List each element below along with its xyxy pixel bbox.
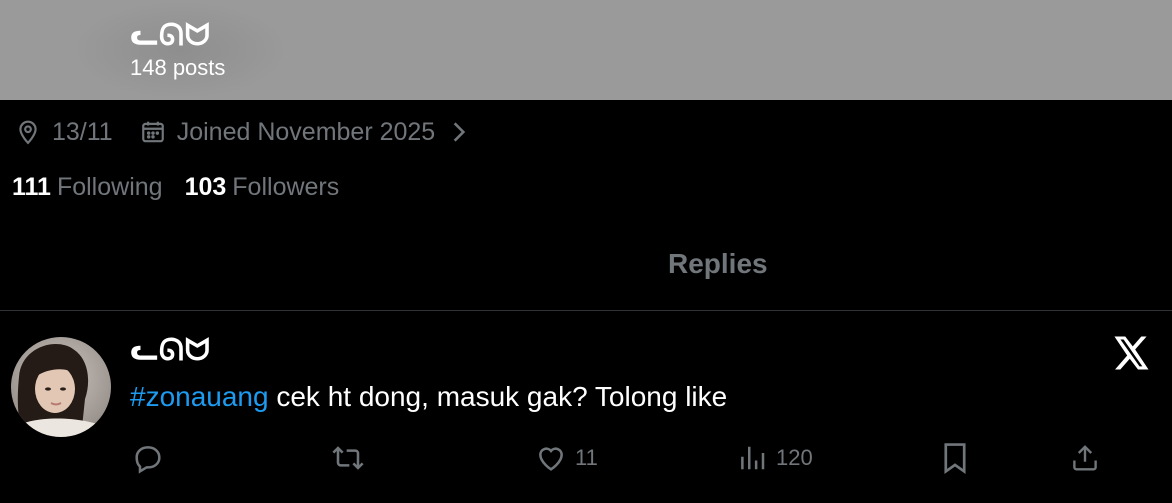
following-link[interactable]: 111 Following <box>12 173 163 202</box>
views-button[interactable]: 120 <box>738 438 813 478</box>
post-body: cek ht dong, masuk gak? Tolong like <box>268 381 728 412</box>
header-display-name: ᓚᘏᗢ <box>130 18 211 53</box>
share-icon <box>1070 442 1100 474</box>
divider <box>0 310 1172 311</box>
post-hashtag[interactable]: #zonauang <box>130 381 269 412</box>
chevron-right-icon[interactable] <box>445 118 473 146</box>
avatar[interactable] <box>11 337 111 437</box>
repost-icon <box>330 442 366 474</box>
repost-button[interactable] <box>330 438 366 478</box>
header-post-count: 148 posts <box>130 55 226 80</box>
post-action-bar: 11 120 <box>0 438 1172 478</box>
tab-replies[interactable]: Replies <box>668 248 768 280</box>
reply-icon <box>132 442 164 474</box>
post-author-name[interactable]: ᓚᘏᗢ <box>130 333 211 368</box>
bookmark-icon <box>940 441 970 475</box>
profile-header: ᓚᘏᗢ 148 posts <box>0 0 1172 100</box>
profile-meta-row: 13/11 Joined November 2025 <box>14 114 473 150</box>
calendar-icon <box>139 118 167 146</box>
x-logo-icon <box>1114 336 1150 370</box>
follow-stats: 111 Following 103 Followers <box>12 173 339 202</box>
followers-count: 103 <box>184 173 227 201</box>
heart-icon <box>535 442 567 474</box>
bookmark-button[interactable] <box>940 438 970 478</box>
following-label: Following <box>56 173 163 201</box>
profile-location: 13/11 <box>52 117 113 146</box>
share-button[interactable] <box>1070 438 1100 478</box>
post-text: #zonauang cek ht dong, masuk gak? Tolong… <box>130 381 727 413</box>
location-pin-icon <box>14 118 42 146</box>
views-count: 120 <box>776 445 813 470</box>
followers-label: Followers <box>232 173 340 201</box>
profile-joined-date[interactable]: Joined November 2025 <box>177 118 436 147</box>
followers-link[interactable]: 103 Followers <box>185 173 340 202</box>
following-count: 111 <box>12 173 51 201</box>
reply-button[interactable] <box>132 438 164 478</box>
like-button[interactable]: 11 <box>535 438 598 478</box>
views-icon <box>738 442 768 474</box>
like-count: 11 <box>575 445 598 470</box>
